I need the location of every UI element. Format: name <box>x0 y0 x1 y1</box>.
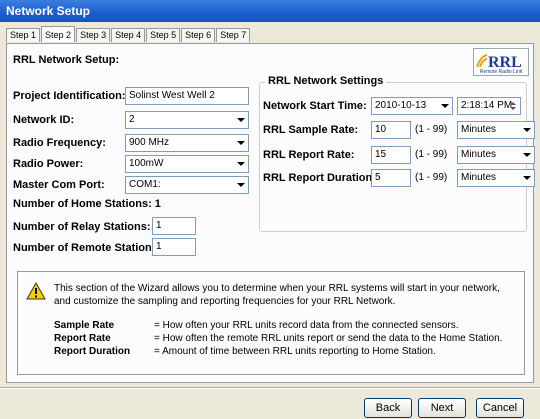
next-button[interactable]: Next <box>418 398 466 418</box>
sample-unit-select[interactable]: Minutes <box>457 121 535 139</box>
sample-rate-label: RRL Sample Rate: <box>263 124 359 136</box>
report-rate-input[interactable]: 15 <box>371 146 411 164</box>
chevron-down-icon[interactable] <box>236 115 246 125</box>
wizard-tabs: Step 1 Step 2 Step 3 Step 4 Step 5 Step … <box>6 26 251 43</box>
report-duration-label: RRL Report Duration: <box>263 172 376 184</box>
remote-stations-input[interactable]: 1 <box>152 238 196 256</box>
tab-step-2[interactable]: Step 2 <box>41 26 76 42</box>
remote-stations-label: Number of Remote Stations: <box>13 242 162 254</box>
report-unit-select[interactable]: Minutes <box>457 146 535 164</box>
definition-row: Report Rate = How often the remote RRL u… <box>54 332 502 345</box>
network-id-select[interactable]: 2 <box>125 111 249 129</box>
network-id-value: 2 <box>129 114 135 125</box>
chevron-down-icon[interactable] <box>522 150 532 160</box>
radio-frequency-label: Radio Frequency: <box>13 137 106 149</box>
report-duration-range: (1 - 99) <box>415 172 448 183</box>
chevron-down-icon[interactable] <box>522 125 532 135</box>
definition-desc: = How often your RRL units record data f… <box>154 320 459 331</box>
definition-term: Report Rate <box>54 333 111 344</box>
home-stations-text: Number of Home Stations: <box>13 198 152 210</box>
tab-step-4[interactable]: Step 4 <box>111 28 146 42</box>
tab-step-5[interactable]: Step 5 <box>146 28 181 42</box>
master-port-value: COM1: <box>129 179 161 190</box>
rrl-logo: RRL Remote Radio Link <box>473 48 529 76</box>
start-time-value: 2:18:14 PM <box>461 100 513 111</box>
start-time-spinner[interactable]: 2:18:14 PM <box>457 97 521 115</box>
network-id-label: Network ID: <box>13 114 75 126</box>
spinner-arrows-icon[interactable] <box>508 100 518 112</box>
warning-icon <box>26 282 46 300</box>
report-rate-label: RRL Report Rate: <box>263 149 355 161</box>
duration-unit-select[interactable]: Minutes <box>457 169 535 187</box>
sample-rate-input[interactable]: 10 <box>371 121 411 139</box>
definition-row: Report Duration = Amount of time between… <box>54 345 502 358</box>
settings-group-title: RRL Network Settings <box>265 75 387 87</box>
window-title: Network Setup <box>0 0 540 22</box>
master-port-label: Master Com Port: <box>13 179 105 191</box>
radio-frequency-select[interactable]: 900 MHz <box>125 134 249 152</box>
chevron-down-icon[interactable] <box>236 138 246 148</box>
definition-desc: = Amount of time between RRL units repor… <box>154 346 436 357</box>
sample-unit-value: Minutes <box>461 124 497 135</box>
project-input[interactable]: Solinst West Well 2 <box>125 87 249 105</box>
start-date-picker[interactable]: 2010-10-13 <box>371 97 453 115</box>
chevron-down-icon[interactable] <box>236 159 246 169</box>
info-box: This section of the Wizard allows you to… <box>17 271 525 375</box>
home-stations-value: 1 <box>154 198 161 210</box>
report-duration-input[interactable]: 5 <box>371 169 411 187</box>
start-date-value: 2010-10-13 <box>375 100 427 111</box>
chevron-down-icon[interactable] <box>236 180 246 190</box>
footer-separator-highlight <box>0 388 540 389</box>
relay-stations-label: Number of Relay Stations: <box>13 221 151 233</box>
rrl-logo-graphic: RRL Remote Radio Link <box>476 54 523 75</box>
start-time-label: Network Start Time: <box>263 100 367 112</box>
sample-rate-range: (1 - 99) <box>415 124 448 135</box>
definition-term: Report Duration <box>54 346 131 357</box>
tab-step-1[interactable]: Step 1 <box>6 28 41 42</box>
project-label: Project Identification: <box>13 90 126 102</box>
tab-step-3[interactable]: Step 3 <box>76 28 111 42</box>
radio-power-value: 100mW <box>129 158 164 169</box>
tab-step-6[interactable]: Step 6 <box>181 28 216 42</box>
definitions-list: Sample Rate = How often your RRL units r… <box>54 319 502 358</box>
radio-power-label: Radio Power: <box>13 158 84 170</box>
logo-subtitle: Remote Radio Link <box>480 69 523 75</box>
chevron-down-icon[interactable] <box>522 173 532 183</box>
report-unit-value: Minutes <box>461 149 497 160</box>
report-rate-range: (1 - 99) <box>415 149 448 160</box>
definition-desc: = How often the remote RRL units report … <box>154 333 503 344</box>
definition-row: Sample Rate = How often your RRL units r… <box>54 319 502 332</box>
home-stations-label: Number of Home Stations: 1 <box>13 198 161 210</box>
radio-power-select[interactable]: 100mW <box>125 155 249 173</box>
tab-panel: RRL Network Setup: RRL Remote Radio Link… <box>6 43 535 383</box>
cancel-button[interactable]: Cancel <box>476 398 524 418</box>
definition-term: Sample Rate <box>54 320 115 331</box>
section-title: RRL Network Setup: <box>13 54 120 66</box>
radio-frequency-value: 900 MHz <box>129 137 170 148</box>
back-button[interactable]: Back <box>364 398 412 418</box>
relay-stations-input[interactable]: 1 <box>152 217 196 235</box>
master-port-select[interactable]: COM1: <box>125 176 249 194</box>
tab-step-7[interactable]: Step 7 <box>216 28 251 42</box>
duration-unit-value: Minutes <box>461 172 497 183</box>
info-text: This section of the Wizard allows you to… <box>54 283 500 307</box>
chevron-down-icon[interactable] <box>440 101 450 111</box>
